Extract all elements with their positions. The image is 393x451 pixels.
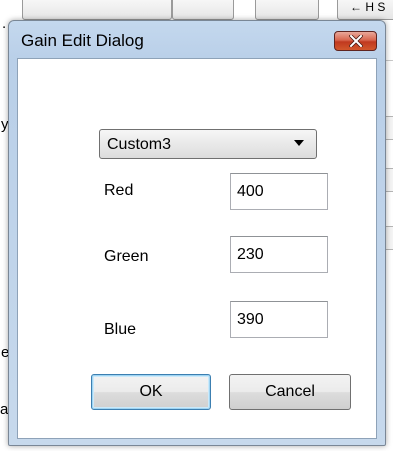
- red-label: Red: [104, 182, 134, 199]
- background-text: .: [2, 15, 7, 32]
- background-text: ← H S: [350, 0, 386, 14]
- gain-edit-dialog: Gain Edit Dialog Custom3 Red Green Blue …: [8, 20, 386, 446]
- green-input[interactable]: [230, 236, 328, 273]
- green-label: Green: [104, 248, 149, 265]
- chevron-down-icon[interactable]: [294, 140, 304, 146]
- background-button: [172, 0, 234, 20]
- screen: . ← H S y e ali Gain Edit Dialog Custom3…: [0, 0, 393, 451]
- background-button: [22, 0, 172, 20]
- background-button: [255, 0, 319, 20]
- dialog-title: Gain Edit Dialog: [21, 31, 144, 50]
- cancel-button[interactable]: Cancel: [229, 374, 351, 410]
- blue-input[interactable]: [230, 301, 328, 338]
- close-icon: [348, 35, 363, 47]
- preset-select-value: Custom3: [107, 136, 172, 153]
- preset-select[interactable]: Custom3: [99, 129, 317, 159]
- dialog-titlebar[interactable]: Gain Edit Dialog: [9, 21, 385, 57]
- ok-button[interactable]: OK: [91, 374, 211, 410]
- close-button[interactable]: [334, 31, 377, 51]
- dialog-body: Custom3 Red Green Blue OK Cancel: [17, 58, 377, 439]
- blue-label: Blue: [104, 321, 137, 338]
- red-input[interactable]: [230, 173, 328, 210]
